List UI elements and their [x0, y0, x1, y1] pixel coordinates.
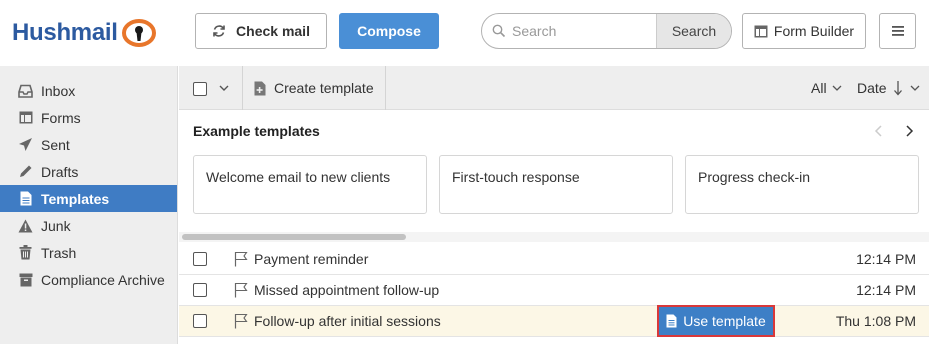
- template-row[interactable]: Payment reminder 12:14 PM: [179, 244, 929, 275]
- flag-icon[interactable]: [234, 282, 248, 298]
- toolbar-divider: [385, 66, 386, 110]
- create-template-button[interactable]: Create template: [243, 66, 385, 110]
- chevron-down-icon: [832, 85, 842, 91]
- refresh-icon: [213, 25, 225, 37]
- compose-button[interactable]: Compose: [339, 13, 439, 49]
- template-time: 12:14 PM: [856, 251, 916, 267]
- flag-icon[interactable]: [234, 251, 248, 267]
- create-template-label: Create template: [274, 80, 374, 96]
- row-checkbox[interactable]: [193, 283, 207, 297]
- template-subject: Follow-up after initial sessions: [254, 313, 441, 329]
- inbox-icon: [18, 83, 33, 98]
- filter-label: All: [811, 80, 827, 96]
- row-checkbox[interactable]: [193, 252, 207, 266]
- sidebar-item-label: Drafts: [41, 163, 79, 180]
- hamburger-menu-icon: [891, 26, 904, 36]
- junk-icon: [18, 218, 33, 233]
- templates-pane: Create template All Date Example templat…: [179, 66, 929, 344]
- search-box: Search: [481, 13, 732, 49]
- sidebar-item-forms[interactable]: Forms: [0, 104, 177, 131]
- template-subject: Payment reminder: [254, 251, 369, 267]
- sidebar-item-junk[interactable]: Junk: [0, 212, 177, 239]
- sidebar-item-label: Forms: [41, 109, 81, 126]
- sidebar-item-templates[interactable]: Templates: [0, 185, 177, 212]
- sidebar-item-compliance-archive[interactable]: Compliance Archive: [0, 266, 177, 293]
- template-row[interactable]: Follow-up after initial sessions Use tem…: [179, 305, 929, 337]
- chevron-right-icon[interactable]: [903, 124, 915, 138]
- archive-icon: [18, 272, 33, 287]
- template-document-icon: [666, 314, 677, 328]
- scrollbar-thumb[interactable]: [182, 234, 406, 240]
- sidebar-item-label: Junk: [41, 217, 71, 234]
- chevron-left-icon[interactable]: [873, 124, 885, 138]
- search-field[interactable]: [482, 14, 656, 48]
- sort-label: Date: [857, 80, 887, 96]
- folder-sidebar: Inbox Forms Sent Drafts Templates Junk T…: [0, 66, 178, 344]
- template-time: Thu 1:08 PM: [835, 313, 916, 329]
- logo-keyhole-icon: [121, 19, 156, 47]
- search-button[interactable]: Search: [656, 14, 731, 48]
- check-mail-button[interactable]: Check mail: [195, 13, 327, 49]
- hushmail-logo[interactable]: Hushmail: [12, 15, 156, 51]
- example-template-card[interactable]: First-touch response: [439, 155, 673, 214]
- sidebar-item-drafts[interactable]: Drafts: [0, 158, 177, 185]
- row-checkbox[interactable]: [193, 314, 207, 328]
- example-templates-heading: Example templates: [193, 123, 320, 139]
- search-button-label: Search: [671, 23, 717, 39]
- sent-icon: [18, 137, 33, 152]
- sidebar-item-sent[interactable]: Sent: [0, 131, 177, 158]
- search-icon: [492, 24, 506, 38]
- drafts-icon: [18, 164, 33, 179]
- forms-icon: [18, 110, 33, 125]
- use-template-label: Use template: [683, 313, 766, 329]
- sidebar-item-label: Trash: [41, 244, 77, 261]
- menu-button[interactable]: [879, 13, 916, 49]
- sidebar-item-label: Templates: [41, 190, 110, 207]
- compose-label: Compose: [357, 23, 421, 39]
- search-input[interactable]: [512, 23, 652, 39]
- list-toolbar: Create template All Date: [179, 66, 929, 110]
- templates-icon: [18, 191, 33, 206]
- example-template-title: First-touch response: [452, 169, 580, 185]
- example-template-card[interactable]: Welcome email to new clients: [193, 155, 427, 214]
- sidebar-item-trash[interactable]: Trash: [0, 239, 177, 266]
- sort-dropdown[interactable]: Date: [857, 80, 921, 96]
- template-time: 12:14 PM: [856, 282, 916, 298]
- example-template-card[interactable]: Progress check-in: [685, 155, 919, 214]
- sidebar-item-inbox[interactable]: Inbox: [0, 77, 177, 104]
- flag-icon[interactable]: [234, 313, 248, 329]
- chevron-down-icon: [910, 85, 920, 91]
- logo-text: Hushmail: [12, 19, 118, 46]
- sidebar-item-label: Inbox: [41, 82, 76, 99]
- example-template-title: Welcome email to new clients: [206, 169, 391, 185]
- form-builder-button[interactable]: Form Builder: [742, 13, 866, 49]
- template-subject: Missed appointment follow-up: [254, 282, 440, 298]
- use-template-button[interactable]: Use template: [657, 305, 775, 337]
- form-builder-label: Form Builder: [773, 23, 855, 39]
- sort-descending-icon: [893, 81, 902, 96]
- filter-dropdown[interactable]: All: [811, 80, 843, 96]
- chevron-down-icon[interactable]: [219, 81, 229, 95]
- check-mail-label: Check mail: [236, 23, 310, 39]
- example-template-title: Progress check-in: [698, 169, 811, 185]
- trash-icon: [18, 245, 33, 260]
- new-document-icon: [254, 81, 266, 95]
- horizontal-scrollbar[interactable]: [179, 232, 929, 242]
- template-row[interactable]: Missed appointment follow-up 12:14 PM: [179, 275, 929, 306]
- sidebar-item-label: Sent: [41, 136, 70, 153]
- select-all-checkbox[interactable]: [193, 82, 207, 96]
- sidebar-item-label: Compliance Archive: [41, 271, 165, 288]
- form-builder-icon: [754, 25, 768, 37]
- app-header: Hushmail Check mail Compose Search Searc…: [0, 0, 929, 66]
